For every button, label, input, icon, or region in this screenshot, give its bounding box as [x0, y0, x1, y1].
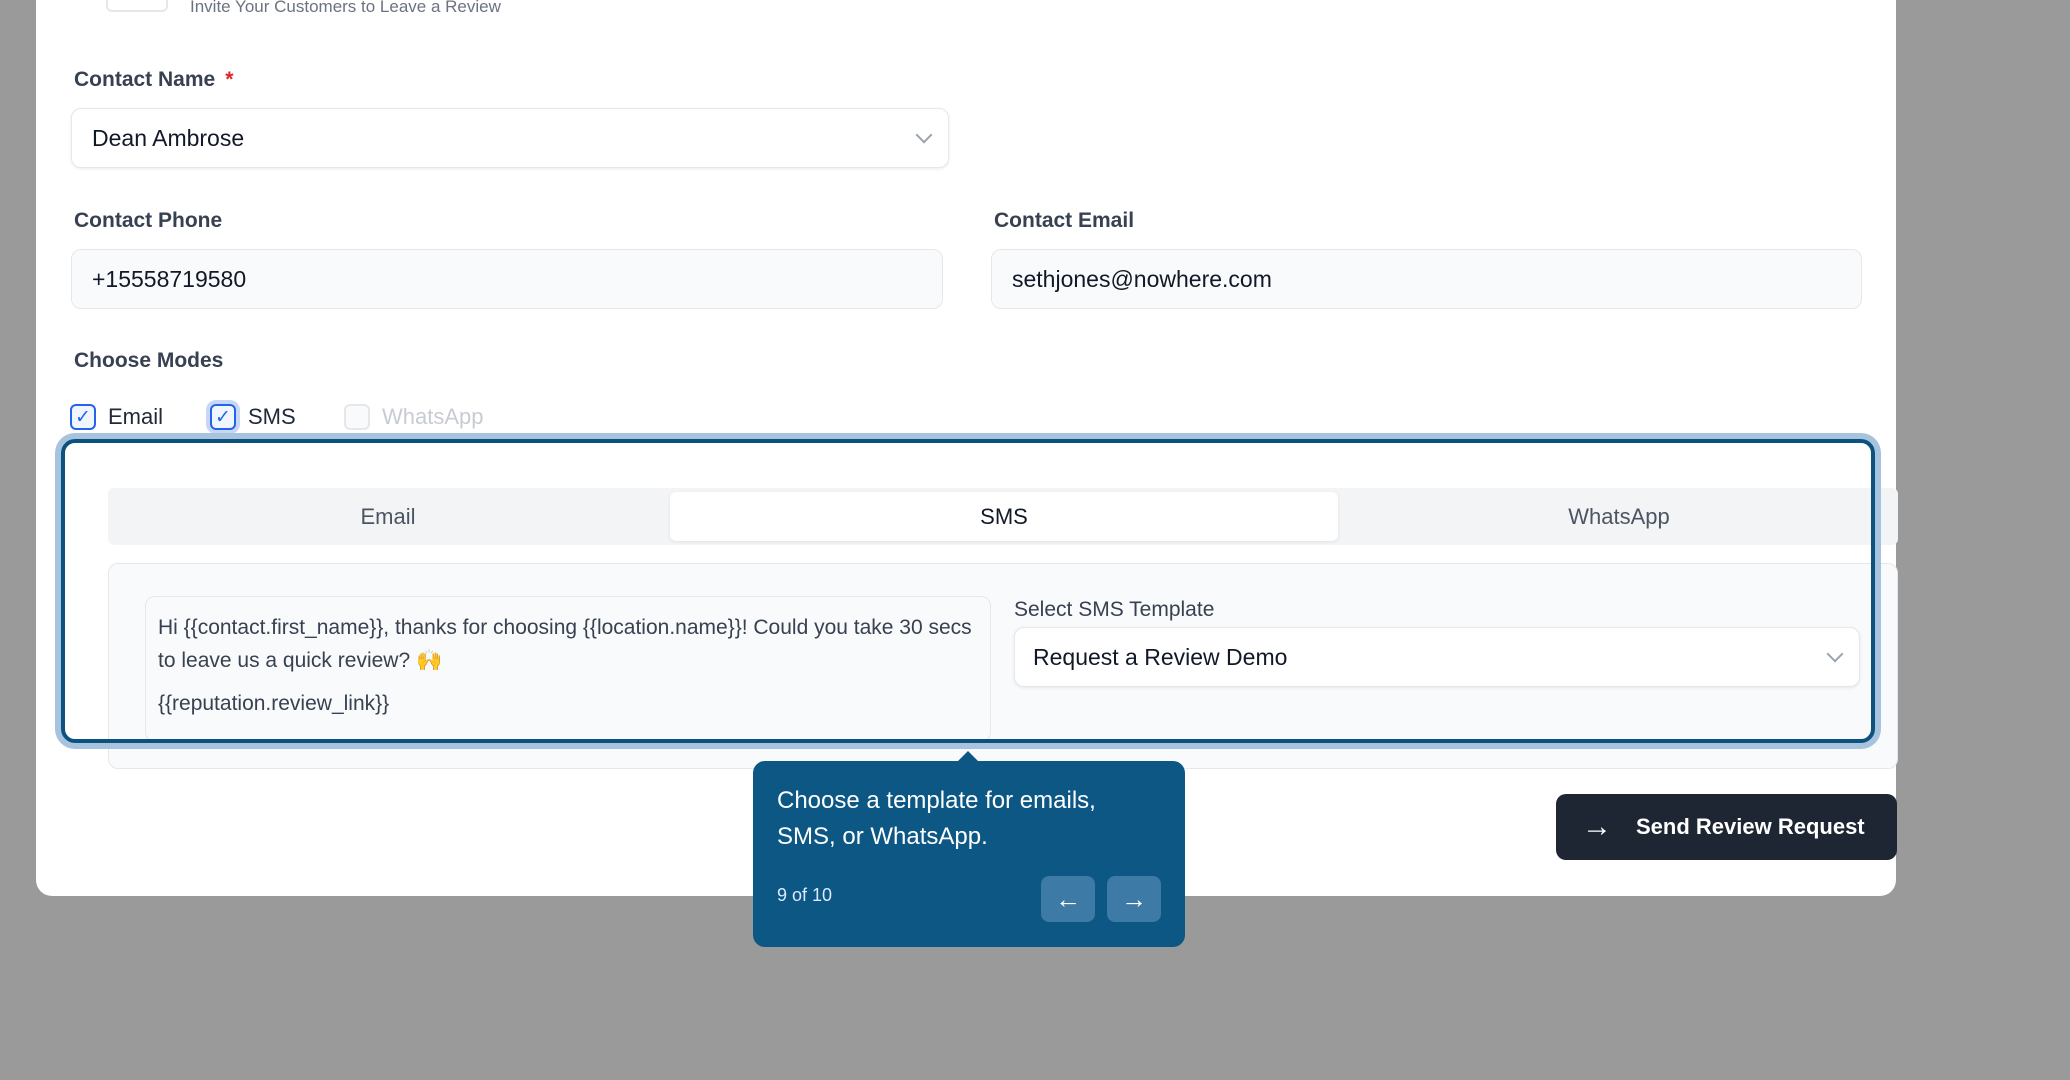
mode-sms-label: SMS [248, 404, 296, 429]
mode-whatsapp-label: WhatsApp [382, 404, 484, 429]
contact-name-label: Contact Name * [74, 68, 234, 91]
tab-email[interactable]: Email [108, 492, 668, 541]
contact-phone-value: +15558719580 [92, 265, 247, 292]
tab-sms[interactable]: SMS [670, 492, 1338, 541]
chevron-down-icon [1826, 645, 1844, 663]
tour-tooltip-text: Choose a template for emails, SMS, or Wh… [777, 787, 1096, 850]
sms-message-text: Hi {{contact.first_name}}, thanks for ch… [158, 616, 972, 672]
contact-phone-label: Contact Phone [74, 209, 223, 232]
check-icon[interactable]: ✓ [70, 404, 96, 430]
contact-name-select[interactable]: Dean Ambrose [71, 108, 949, 168]
contact-phone-input[interactable]: +15558719580 [71, 249, 943, 309]
chevron-down-icon [915, 126, 933, 144]
send-review-request-button[interactable]: → Send Review Request [1556, 794, 1897, 860]
arrow-left-icon: ← [1055, 883, 1081, 914]
arrow-right-icon: → [1582, 810, 1612, 843]
mode-email-label: Email [108, 404, 164, 429]
choose-modes-label: Choose Modes [74, 349, 224, 372]
arrow-right-icon: → [1121, 883, 1147, 914]
top-checkbox[interactable] [106, 0, 168, 12]
contact-email-input[interactable]: sethjones@nowhere.com [991, 249, 1862, 309]
mode-email[interactable]: ✓ Email [70, 404, 163, 430]
sms-panel: Hi {{contact.first_name}}, thanks for ch… [108, 563, 1898, 769]
sms-message-box[interactable]: Hi {{contact.first_name}}, thanks for ch… [145, 596, 991, 742]
mode-whatsapp: WhatsApp [344, 404, 484, 430]
sms-template-label: Select SMS Template [1014, 598, 1215, 621]
contact-email-label: Contact Email [994, 209, 1135, 232]
contact-name-value: Dean Ambrose [92, 124, 245, 151]
header-subtitle: Invite Your Customers to Leave a Review [190, 0, 501, 16]
sms-review-link: {{reputation.review_link}} [158, 692, 390, 715]
mode-tabs: Email SMS WhatsApp [108, 488, 1898, 545]
checkbox-empty-icon [344, 404, 370, 430]
tour-step-counter: 9 of 10 [777, 885, 833, 905]
required-mark: * [225, 68, 234, 91]
tour-prev-button[interactable]: ← [1041, 876, 1095, 922]
tab-whatsapp[interactable]: WhatsApp [1340, 492, 1898, 541]
tour-next-button[interactable]: → [1107, 876, 1161, 922]
sms-template-value: Request a Review Demo [1033, 643, 1288, 670]
sms-template-select[interactable]: Request a Review Demo [1014, 627, 1860, 687]
send-review-request-label: Send Review Request [1636, 814, 1865, 839]
check-icon[interactable]: ✓ [210, 404, 236, 430]
contact-email-value: sethjones@nowhere.com [1012, 265, 1272, 292]
mode-sms[interactable]: ✓ SMS [210, 404, 296, 430]
tour-tooltip: Choose a template for emails, SMS, or Wh… [753, 751, 1185, 947]
